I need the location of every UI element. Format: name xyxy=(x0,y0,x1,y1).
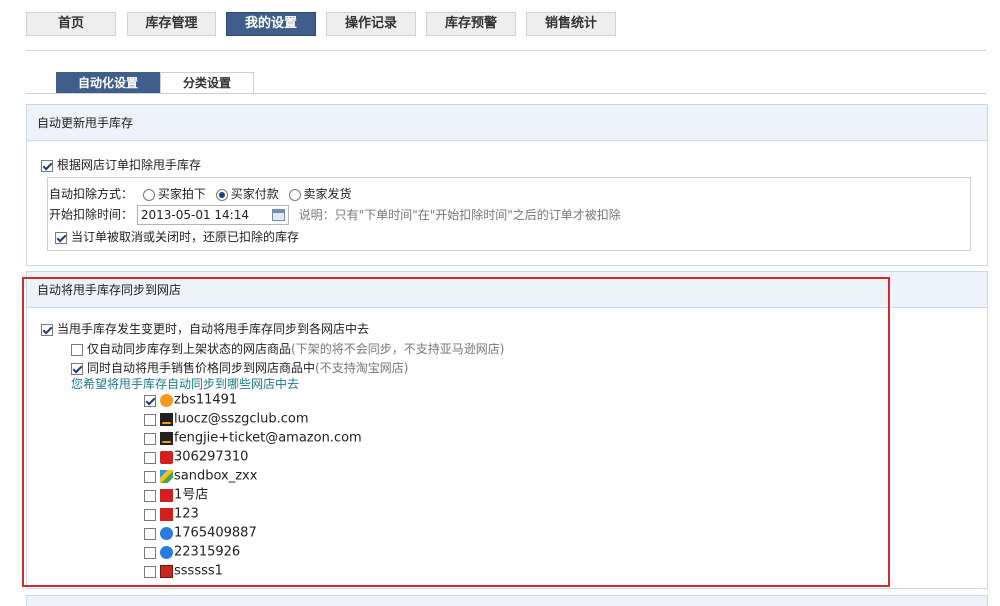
sync-main-checkbox[interactable] xyxy=(41,323,53,336)
start-time-row: 开始扣除时间： 2013-05-01 14:14 说明：只有"下单时间"在"开始… xyxy=(49,205,621,225)
shop-item[interactable]: 123 xyxy=(144,506,199,523)
paipai-icon xyxy=(160,546,173,559)
shop-name: luocz@sszgclub.com xyxy=(174,411,309,427)
taobao-icon xyxy=(160,394,173,407)
shop-item[interactable]: 306297310 xyxy=(144,449,248,466)
shop-checkbox[interactable] xyxy=(144,394,156,407)
sync-main-label: 当甩手库存发生变更时，自动将甩手库存同步到各网店中去 xyxy=(57,322,370,336)
sync-price-checkbox[interactable] xyxy=(71,362,83,375)
sync-main-option[interactable]: 当甩手库存发生变更时，自动将甩手库存同步到各网店中去 xyxy=(41,321,369,337)
nav-divider xyxy=(26,50,986,51)
shop-name: 1号店 xyxy=(174,487,209,503)
nav-my-settings[interactable]: 我的设置 xyxy=(226,12,316,36)
mode-label-buyer-paid: 买家付款 xyxy=(230,187,279,201)
tab-automation[interactable]: 自动化设置 xyxy=(56,72,160,94)
red-shop-icon xyxy=(160,451,173,464)
only-onsale-label: 仅自动同步库存到上架状态的网店商品 xyxy=(87,342,292,356)
shop-item[interactable]: 22315926 xyxy=(144,544,240,561)
shop-name: 1765409887 xyxy=(174,525,257,541)
shop-checkbox[interactable] xyxy=(144,470,156,483)
shop-item[interactable]: 1765409887 xyxy=(144,525,257,542)
sync-price-option[interactable]: 同时自动将甩手销售价格同步到网店商品中(不支持淘宝网店) xyxy=(71,360,408,376)
sync-to-shop-section: 自动将甩手库存同步到网店 当甩手库存发生变更时，自动将甩手库存同步到各网店中去 … xyxy=(26,271,988,589)
shop-item[interactable]: zbs11491 xyxy=(144,392,237,409)
shop-item[interactable]: fengjie+ticket@amazon.com xyxy=(144,430,362,447)
paipai-icon xyxy=(160,527,173,540)
shop-item[interactable]: sandbox_zxx xyxy=(144,468,257,485)
deduct-mode-row: 自动扣除方式： 买家拍下 买家付款 卖家发货 xyxy=(49,186,352,202)
nav-home[interactable]: 首页 xyxy=(26,12,116,36)
mode-radio-seller-shipped[interactable] xyxy=(288,188,301,201)
start-time-value: 2013-05-01 14:14 xyxy=(140,208,249,222)
shop-name: fengjie+ticket@amazon.com xyxy=(174,430,362,446)
sync-price-note: (不支持淘宝网店) xyxy=(315,361,409,375)
restore-option[interactable]: 当订单被取消或关闭时，还原已扣除的库存 xyxy=(55,229,299,245)
deduct-by-order-label: 根据网店订单扣除甩手库存 xyxy=(57,158,202,172)
yhd-icon xyxy=(160,489,173,502)
nav-stock-alert[interactable]: 库存预警 xyxy=(426,12,516,36)
restore-label: 当订单被取消或关闭时，还原已扣除的库存 xyxy=(71,230,300,244)
calendar-icon[interactable] xyxy=(271,209,285,221)
start-time-note: 说明：只有"下单时间"在"开始扣除时间"之后的订单才被扣除 xyxy=(298,207,621,222)
section-title: 自动更新甩手库存 xyxy=(27,105,987,141)
shop-checkbox[interactable] xyxy=(144,489,156,502)
shop-item[interactable]: ssssss1 xyxy=(144,563,223,580)
yhd-icon xyxy=(160,508,173,521)
start-time-label: 开始扣除时间： xyxy=(49,207,134,222)
nav-sales-stats[interactable]: 销售统计 xyxy=(526,12,616,36)
section-title: 自动将甩手库存同步到网店 xyxy=(27,272,987,308)
only-onsale-checkbox[interactable] xyxy=(71,343,83,356)
nav-operation-log[interactable]: 操作记录 xyxy=(326,12,416,36)
shop-checkbox[interactable] xyxy=(144,451,156,464)
next-section xyxy=(26,595,988,606)
only-onsale-option[interactable]: 仅自动同步库存到上架状态的网店商品(下架的将不会同步，不支持亚马逊网店) xyxy=(71,341,504,357)
deduct-by-order-option[interactable]: 根据网店订单扣除甩手库存 xyxy=(41,157,201,173)
shop-checkbox[interactable] xyxy=(144,527,156,540)
subtab-divider xyxy=(26,93,986,94)
amazon-icon xyxy=(160,432,173,445)
tab-category[interactable]: 分类设置 xyxy=(160,72,254,94)
sync-price-label: 同时自动将甩手销售价格同步到网店商品中 xyxy=(87,361,316,375)
start-time-input[interactable]: 2013-05-01 14:14 xyxy=(136,205,289,225)
shop-checkbox[interactable] xyxy=(144,565,156,578)
shop-checkbox[interactable] xyxy=(144,413,156,426)
restore-checkbox[interactable] xyxy=(55,231,67,244)
dian-icon xyxy=(160,565,173,578)
shop-checkbox[interactable] xyxy=(144,508,156,521)
shop-name: sandbox_zxx xyxy=(174,468,258,484)
only-onsale-note: (下架的将不会同步，不支持亚马逊网店) xyxy=(291,342,505,356)
shop-name: 306297310 xyxy=(174,449,249,465)
mode-label-seller-shipped: 卖家发货 xyxy=(303,187,352,201)
shop-name: 22315926 xyxy=(174,544,241,560)
shop-checkbox[interactable] xyxy=(144,432,156,445)
mode-radio-buyer-paid[interactable] xyxy=(215,188,228,201)
mode-option-buyer-ordered[interactable]: 买家拍下 xyxy=(142,187,206,201)
deduct-settings-box: 自动扣除方式： 买家拍下 买家付款 卖家发货 开始扣除时间： 2013-05-0… xyxy=(47,177,971,251)
deduct-by-order-checkbox[interactable] xyxy=(41,159,53,172)
auto-update-section: 自动更新甩手库存 根据网店订单扣除甩手库存 自动扣除方式： 买家拍下 买家付款 … xyxy=(26,104,988,266)
shop-name: ssssss1 xyxy=(174,563,223,579)
mode-radio-buyer-ordered[interactable] xyxy=(142,188,155,201)
mode-option-seller-shipped[interactable]: 卖家发货 xyxy=(288,187,352,201)
shop-name: zbs11491 xyxy=(174,392,238,408)
nav-inventory[interactable]: 库存管理 xyxy=(127,12,216,36)
mode-label-buyer-ordered: 买家拍下 xyxy=(157,187,206,201)
stripe-shop-icon xyxy=(160,470,173,483)
shop-item[interactable]: luocz@sszgclub.com xyxy=(144,411,309,428)
mode-option-buyer-paid[interactable]: 买家付款 xyxy=(215,187,279,201)
shop-select-prompt: 您希望将甩手库存自动同步到哪些网店中去 xyxy=(71,377,300,391)
shop-checkbox[interactable] xyxy=(144,546,156,559)
amazon-icon xyxy=(160,413,173,426)
shop-item[interactable]: 1号店 xyxy=(144,487,208,504)
shop-name: 123 xyxy=(174,506,199,522)
deduct-mode-label: 自动扣除方式： xyxy=(49,187,134,201)
